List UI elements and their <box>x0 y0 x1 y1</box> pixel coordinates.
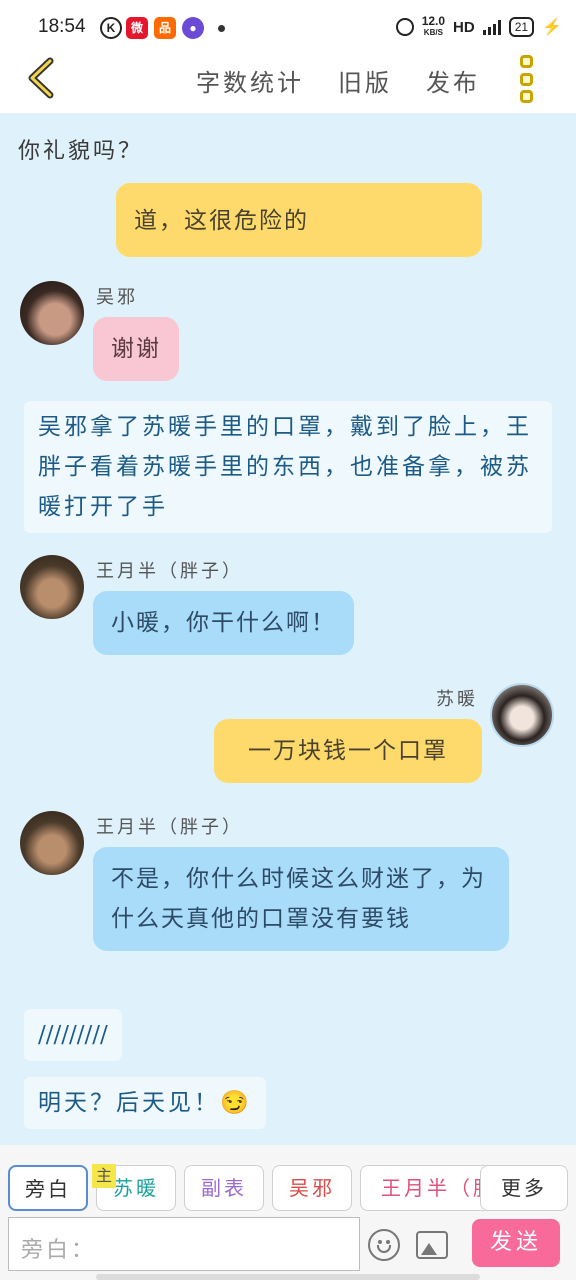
input-bar: 旁白： 发送 <box>0 1215 576 1280</box>
image-icon[interactable] <box>416 1231 448 1259</box>
main-role-tag: 主 <box>92 1164 116 1188</box>
net-speed: 12.0 KB/S <box>421 14 446 37</box>
message-bubble[interactable]: 不是，你什么时候这么财迷了，为什么天真他的口罩没有要钱 <box>93 847 509 951</box>
role-wuxie-button[interactable]: 吴邪 <box>272 1165 352 1211</box>
more-roles-button[interactable]: 更多 <box>480 1165 568 1211</box>
status-time: 18:54 <box>38 16 86 37</box>
narration-block[interactable]: 吴邪拿了苏暖手里的口罩，戴到了脸上，王胖子看着苏暖手里的东西，也准备拿，被苏暖打… <box>24 401 552 533</box>
message-bubble[interactable]: 小暖，你干什么啊！ <box>93 591 354 655</box>
hd-indicator: HD <box>453 18 475 36</box>
app-header: 字数统计 旧版 发布 <box>0 45 576 113</box>
role-side-button[interactable]: 副表 <box>184 1165 264 1211</box>
bottom-strip <box>96 1274 480 1280</box>
narration-block[interactable]: 明天？后天见！😏 <box>24 1077 266 1129</box>
back-chevron-icon[interactable] <box>22 55 62 101</box>
emoji-icon[interactable] <box>368 1229 400 1261</box>
avatar-fatty[interactable] <box>20 555 84 619</box>
sender-name: 王月半（胖子） <box>96 817 243 838</box>
narration-block[interactable]: ///////// <box>24 1009 122 1061</box>
role-fatty-button[interactable]: 王月半（胖 <box>360 1165 500 1211</box>
signal-icon <box>482 19 501 35</box>
k-icon: K <box>100 17 122 39</box>
role-bar: 旁白 苏暖 副表 吴邪 王月半（胖 更多 <box>0 1145 576 1215</box>
message-bubble[interactable]: 一万块钱一个口罩 <box>214 719 482 783</box>
notification-dot <box>218 25 225 32</box>
alarm-icon <box>395 18 414 36</box>
message-input[interactable]: 旁白： <box>8 1217 360 1271</box>
sender-name: 苏暖 <box>436 689 478 710</box>
charging-icon: ⚡ <box>542 19 562 36</box>
send-button[interactable]: 发送 <box>472 1219 560 1267</box>
battery-icon: 21 <box>508 17 535 37</box>
sender-name: 王月半（胖子） <box>96 561 243 582</box>
sender-name: 吴邪 <box>96 287 138 308</box>
word-count-link[interactable]: 字数统计 <box>196 63 304 98</box>
avatar-fatty[interactable] <box>20 811 84 875</box>
publish-link[interactable]: 发布 <box>426 63 480 98</box>
avatar-sunuan[interactable] <box>490 683 554 747</box>
role-aside-button[interactable]: 旁白 <box>8 1165 88 1211</box>
message-bubble[interactable]: 谢谢 <box>93 317 179 381</box>
app-icon: 品 <box>154 17 176 39</box>
weibo-icon: 微 <box>126 17 148 39</box>
partial-line: 你礼貌吗？ <box>18 139 144 164</box>
vertical-dots-icon[interactable] <box>520 55 540 103</box>
status-right: 12.0 KB/S HD 21 ⚡ <box>395 14 562 38</box>
avatar-wuxie[interactable] <box>20 281 84 345</box>
partial-bubble: 道，这很危险的 <box>116 183 482 257</box>
old-version-link[interactable]: 旧版 <box>338 63 392 98</box>
chat-area[interactable]: 你礼貌吗？ 道，这很危险的 吴邪 谢谢 吴邪拿了苏暖手里的口罩，戴到了脸上，王胖… <box>0 113 576 1145</box>
vpn-icon: ● <box>182 17 204 39</box>
